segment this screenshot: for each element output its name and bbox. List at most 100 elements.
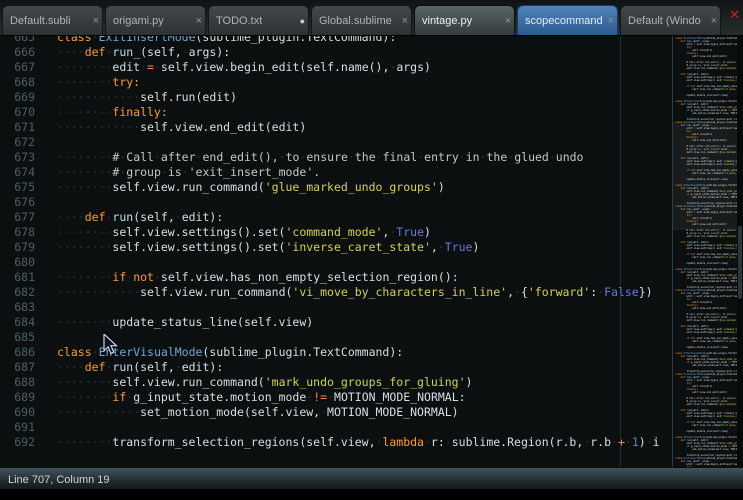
code-token: 'inverse_caret_state' (723, 331, 738, 334)
code-line[interactable]: ········#·group·is·'exit_insert_mode'. (57, 165, 660, 180)
line-number[interactable]: 692 (0, 435, 35, 450)
whitespace-dots (675, 331, 687, 334)
code-token: edit): (182, 360, 224, 374)
code-line[interactable]: ········self.view.settings().set('comman… (57, 225, 660, 240)
line-number[interactable]: 687 (0, 360, 35, 375)
code-line[interactable]: ········update_status_line(self.view) (57, 315, 660, 330)
code-line[interactable]: ····def·run(self,·edit): (57, 360, 660, 375)
code-token: 'exit_insert_mode'. (189, 165, 321, 179)
code-line[interactable] (57, 420, 660, 435)
code-line[interactable]: ············set_motion_mode(self.view,·M… (57, 405, 660, 420)
line-number[interactable]: 683 (0, 300, 35, 315)
line-number[interactable]: 667 (0, 60, 35, 75)
line-number[interactable]: 688 (0, 375, 35, 390)
line-number[interactable]: 665 (0, 36, 35, 45)
vertical-scrollbar[interactable] (737, 36, 743, 467)
code-line[interactable]: ············self.view.run_command('vi_mo… (57, 285, 660, 300)
code-token: 'inverse_caret_state' (723, 79, 738, 82)
line-number[interactable]: 685 (0, 330, 35, 345)
code-lines[interactable]: class·ExitInsertMode(sublime_plugin.Text… (44, 36, 660, 450)
code-token: after (161, 150, 196, 164)
minimap-line: self.view.settings().set('inverse_caret_… (675, 79, 737, 82)
code-line[interactable]: ········edit·=·self.view.begin_edit(self… (57, 60, 660, 75)
minimap-viewport[interactable] (673, 122, 737, 230)
line-number[interactable]: 674 (0, 165, 35, 180)
tab-close-icon[interactable]: × (608, 15, 614, 27)
line-number[interactable]: 675 (0, 180, 35, 195)
minimap[interactable]: class ExitInsertMode(sublime_plugin.Text… (672, 36, 737, 467)
line-number[interactable]: 686 (0, 345, 35, 360)
code-token: 'glue_marked_undo_groups' (718, 319, 737, 322)
code-line[interactable]: ············self.run(edit) (57, 90, 660, 105)
code-line[interactable]: ········self.view.run_command('glue_mark… (57, 180, 660, 195)
tab-origami-py[interactable]: origami.py× (105, 5, 206, 35)
code-line[interactable] (57, 135, 660, 150)
minimap-line: self.view.settings().set('inverse_caret_… (675, 247, 737, 250)
window-close-icon[interactable]: ✕ (729, 7, 740, 23)
code-line[interactable]: ········if·g_input_state.motion_mode·!=·… (57, 390, 660, 405)
code-token: 'command_mode' (285, 225, 382, 239)
line-number[interactable]: 682 (0, 285, 35, 300)
tab-global-sublime[interactable]: Global.sublime× (311, 5, 412, 35)
tab-close-icon[interactable]: × (402, 15, 408, 27)
code-token: args): (189, 45, 231, 59)
modified-dot-icon[interactable]: ● (300, 16, 305, 26)
code-line[interactable]: ········try: (57, 75, 660, 90)
code-line[interactable]: ········transform_selection_regions(self… (57, 435, 660, 450)
code-line[interactable]: ····def·run(self,·edit): (57, 210, 660, 225)
code-line[interactable]: class·ExitInsertMode(sublime_plugin.Text… (57, 36, 660, 45)
code-token: if (112, 390, 126, 404)
whitespace-dots (675, 88, 692, 91)
code-token: 'glue_marked_undo_groups' (265, 180, 438, 194)
tab-scopecommand[interactable]: scopecommand× (517, 5, 618, 35)
line-number[interactable]: 681 (0, 270, 35, 285)
tab-vintage-py[interactable]: vintage.py× (414, 5, 515, 35)
code-line[interactable]: ········if·not·self.view.has_non_empty_s… (57, 270, 660, 285)
code-token: update_status_line(self.view) (687, 262, 729, 265)
line-number[interactable]: 690 (0, 405, 35, 420)
line-number[interactable]: 677 (0, 210, 35, 225)
code-editor[interactable]: 6656666676686696706716726736746756766776… (0, 36, 672, 467)
line-number[interactable]: 689 (0, 390, 35, 405)
line-number[interactable]: 670 (0, 105, 35, 120)
column-ruler (620, 36, 621, 467)
line-number[interactable]: 684 (0, 315, 35, 330)
line-number[interactable]: 672 (0, 135, 35, 150)
code-line[interactable]: ········self.view.settings().set('invers… (57, 240, 660, 255)
code-line[interactable]: ····def·run_(self,·args): (57, 45, 660, 60)
tab-close-icon[interactable]: × (505, 15, 511, 27)
whitespace-dots (675, 280, 692, 283)
line-number-gutter[interactable]: 6656666676686696706716726736746756766776… (0, 36, 44, 450)
code-line[interactable] (57, 330, 660, 345)
line-number[interactable]: 678 (0, 225, 35, 240)
line-number[interactable]: 671 (0, 120, 35, 135)
line-number[interactable]: 679 (0, 240, 35, 255)
whitespace-dots: · (445, 435, 452, 449)
tab-close-icon[interactable]: × (711, 15, 717, 27)
tab-todo-txt[interactable]: TODO.txt● (208, 5, 309, 35)
line-number[interactable]: 691 (0, 420, 35, 435)
code-line[interactable]: ········self.view.run_command('mark_undo… (57, 375, 660, 390)
code-line[interactable] (57, 300, 660, 315)
code-token: 1 (632, 435, 639, 449)
tab-close-icon[interactable]: × (196, 15, 202, 27)
scrollbar-thumb[interactable] (738, 226, 742, 299)
line-number[interactable]: 680 (0, 255, 35, 270)
tab-default-subli[interactable]: Default.subli× (2, 5, 103, 35)
code-line[interactable]: ········finally: (57, 105, 660, 120)
tab-default-windo[interactable]: Default (Windo× (620, 5, 721, 35)
line-number[interactable]: 668 (0, 75, 35, 90)
code-line[interactable]: ············self.view.end_edit(edit) (57, 120, 660, 135)
code-line[interactable]: class·EnterVisualMode(sublime_plugin.Tex… (57, 345, 660, 360)
code-line[interactable]: ········#·Call·after·end_edit(),·to·ensu… (57, 150, 660, 165)
tab-close-icon[interactable]: × (93, 15, 99, 27)
line-number[interactable]: 673 (0, 150, 35, 165)
code-token: , (431, 240, 438, 254)
code-line[interactable] (57, 255, 660, 270)
whitespace-dots: · (175, 210, 182, 224)
line-number[interactable]: 666 (0, 45, 35, 60)
code-token: undo (556, 150, 584, 164)
line-number[interactable]: 669 (0, 90, 35, 105)
line-number[interactable]: 676 (0, 195, 35, 210)
code-line[interactable] (57, 195, 660, 210)
